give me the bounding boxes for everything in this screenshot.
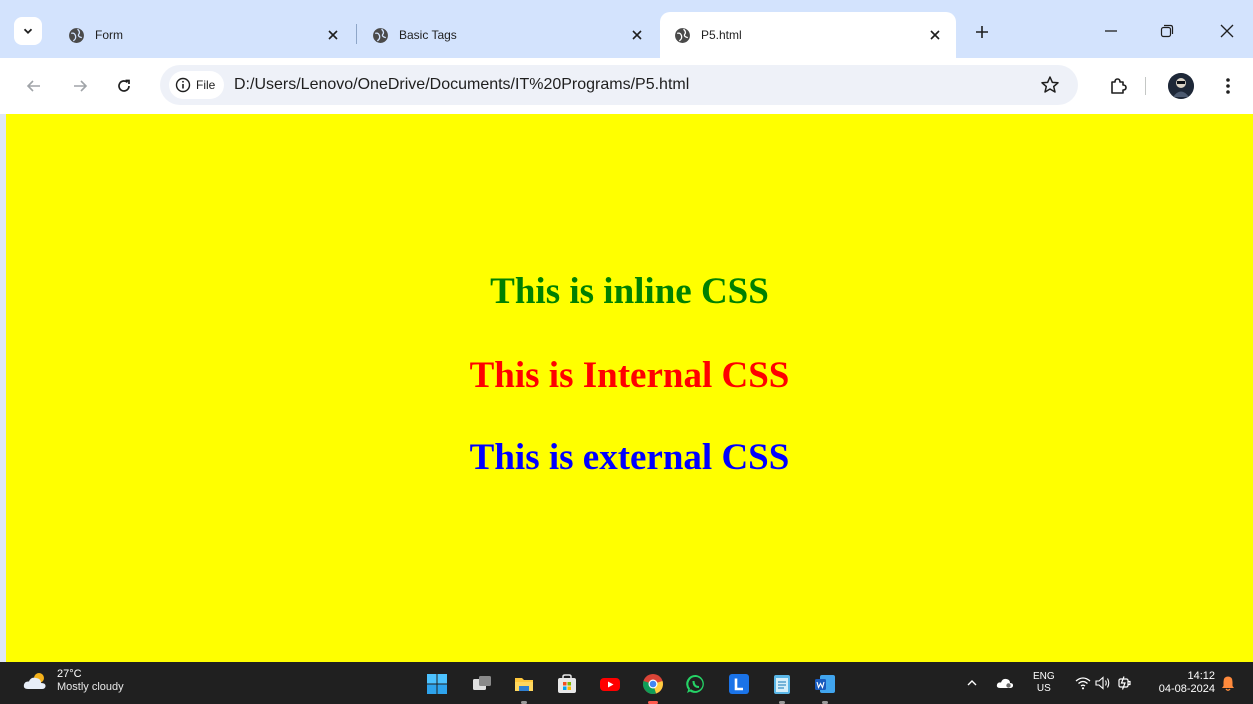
minimize-button[interactable]	[1096, 16, 1126, 46]
network-button[interactable]	[1075, 662, 1091, 704]
weather-widget[interactable]: 27°C Mostly cloudy	[22, 668, 124, 694]
tab-title: Basic Tags	[399, 28, 457, 42]
forward-button[interactable]	[66, 72, 94, 100]
microsoft-store-button[interactable]	[555, 672, 579, 696]
close-window-button[interactable]	[1212, 16, 1242, 46]
notifications-button[interactable]	[1221, 662, 1235, 704]
language-code: ENG	[1033, 671, 1055, 682]
tab-strip: Form Basic Tags P5.html	[0, 0, 1253, 58]
tab-title: Form	[95, 28, 123, 42]
globe-icon	[373, 27, 388, 43]
reload-icon	[118, 79, 130, 92]
toolbar-separator	[1145, 77, 1146, 95]
clock-date: 04-08-2024	[1158, 683, 1215, 695]
youtube-button[interactable]	[598, 672, 622, 696]
close-tab-icon[interactable]	[626, 24, 648, 46]
notepad-icon	[774, 675, 790, 694]
profile-avatar[interactable]	[1168, 73, 1194, 99]
reload-button[interactable]	[110, 72, 138, 100]
bell-icon	[1222, 676, 1234, 691]
whatsapp-icon	[686, 674, 704, 693]
close-icon	[1220, 24, 1234, 38]
wifi-icon	[1075, 677, 1091, 690]
chrome-button[interactable]	[641, 672, 665, 704]
star-icon	[1041, 76, 1059, 93]
notepad-button[interactable]	[770, 672, 794, 704]
arrow-right-icon	[74, 80, 88, 92]
volume-button[interactable]	[1095, 662, 1111, 704]
close-tab-icon[interactable]	[924, 24, 946, 46]
restore-icon	[1160, 24, 1174, 38]
restore-button[interactable]	[1152, 16, 1182, 46]
region-code: US	[1036, 683, 1051, 694]
weather-tray-button[interactable]	[996, 662, 1014, 704]
start-button[interactable]	[425, 672, 449, 696]
show-hidden-icons-button[interactable]	[966, 662, 978, 704]
battery-button[interactable]	[1116, 662, 1132, 704]
task-view-button[interactable]	[470, 672, 494, 696]
page-content: This is inline CSS This is Internal CSS …	[6, 114, 1253, 662]
arrow-left-icon	[26, 80, 40, 92]
tab-form[interactable]: Form	[54, 12, 354, 58]
whatsapp-button[interactable]	[684, 672, 708, 696]
weather-temp: 27°C	[57, 668, 82, 680]
external-css-heading: This is external CSS	[469, 437, 790, 478]
tab-p5-html[interactable]: P5.html	[660, 12, 956, 58]
l-app-button[interactable]	[727, 672, 751, 696]
globe-icon	[675, 27, 690, 43]
tab-separator	[356, 24, 357, 44]
site-info-label: File	[196, 78, 216, 92]
input-language-indicator[interactable]: ENG US	[1033, 671, 1055, 695]
url-text[interactable]: D:/Users/Lenovo/OneDrive/Documents/IT%20…	[234, 76, 689, 94]
more-vert-icon	[1226, 78, 1230, 94]
tab-title: P5.html	[701, 28, 742, 42]
minimize-icon	[1105, 30, 1117, 32]
cloud-icon	[23, 673, 46, 689]
clock-time: 14:12	[1187, 670, 1215, 682]
chrome-icon	[643, 674, 663, 694]
back-button[interactable]	[20, 72, 48, 100]
cloud-tray-icon	[996, 678, 1014, 688]
internal-css-heading: This is Internal CSS	[469, 355, 790, 396]
taskbar: 27°C Mostly cloudy ENG US 14:12 04-08-20…	[0, 662, 1253, 704]
file-explorer-button[interactable]	[512, 672, 536, 704]
plus-icon	[976, 26, 988, 38]
tab-basic-tags[interactable]: Basic Tags	[358, 12, 658, 58]
l-app-icon	[729, 674, 749, 694]
word-button[interactable]	[813, 672, 837, 704]
file-explorer-icon	[515, 678, 533, 691]
info-icon	[175, 77, 191, 93]
chevron-up-icon	[967, 680, 977, 686]
bookmark-button[interactable]	[1038, 73, 1062, 97]
speaker-icon	[1095, 676, 1110, 690]
weather-condition: Mostly cloudy	[57, 681, 124, 693]
puzzle-icon	[1111, 78, 1127, 94]
extensions-button[interactable]	[1104, 72, 1132, 100]
menu-button[interactable]	[1214, 72, 1242, 100]
globe-icon	[69, 27, 84, 43]
task-view-icon	[473, 676, 491, 690]
youtube-icon	[600, 678, 620, 691]
clock[interactable]: 14:12 04-08-2024	[1157, 670, 1215, 696]
battery-charging-icon	[1118, 676, 1131, 690]
new-tab-button[interactable]	[970, 20, 994, 44]
site-info-chip[interactable]: File	[169, 71, 225, 99]
chevron-down-icon	[23, 28, 33, 34]
start-icon	[427, 674, 447, 694]
word-icon	[815, 675, 835, 693]
inline-css-heading: This is inline CSS	[490, 271, 769, 312]
address-bar[interactable]: File D:/Users/Lenovo/OneDrive/Documents/…	[160, 65, 1078, 105]
close-tab-icon[interactable]	[322, 24, 344, 46]
microsoft-store-icon	[558, 674, 576, 693]
tab-search-button[interactable]	[14, 17, 42, 45]
browser-toolbar: File D:/Users/Lenovo/OneDrive/Documents/…	[0, 58, 1253, 114]
